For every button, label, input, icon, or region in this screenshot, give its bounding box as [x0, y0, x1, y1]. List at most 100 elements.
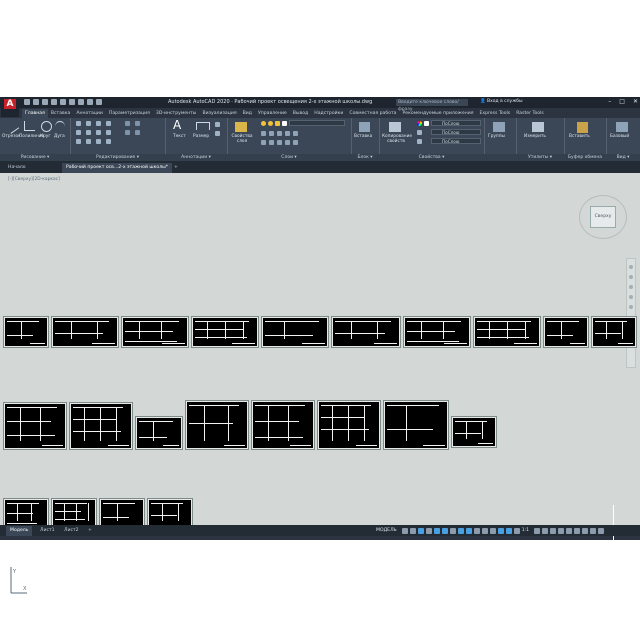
layout-tab-model[interactable]: Модель [6, 526, 33, 536]
new-icon[interactable] [24, 99, 30, 105]
layer-tool-2-icon[interactable] [269, 131, 274, 136]
tool-group[interactable]: Группы [488, 134, 505, 139]
drawing-sheet[interactable] [185, 400, 249, 450]
save-as-icon[interactable] [51, 99, 57, 105]
lineweight-icon[interactable] [417, 130, 422, 135]
drawing-sheet[interactable] [261, 316, 329, 348]
ribbon-tab-4[interactable]: 3D-инструменты [153, 109, 200, 118]
layer-color-icon[interactable] [282, 121, 287, 126]
paste-icon[interactable] [577, 122, 588, 133]
panel-title-groups[interactable] [484, 154, 516, 161]
stretch-icon[interactable] [76, 139, 81, 144]
layer-properties-icon[interactable] [235, 122, 247, 132]
ribbon-tab-8[interactable]: Вывод [290, 109, 311, 118]
new-tab-button[interactable]: + [170, 163, 182, 173]
drawing-sheet[interactable] [451, 416, 497, 448]
isolate-objects-icon[interactable] [574, 527, 581, 534]
color-swatch-icon[interactable] [424, 121, 429, 126]
grid-icon[interactable] [401, 527, 408, 534]
ribbon-tab-11[interactable]: Рекомендуемые приложения [400, 109, 477, 118]
layout-tab-sheet1[interactable]: Лист1 [36, 526, 59, 536]
polyline-icon[interactable] [24, 121, 35, 131]
drawing-sheet[interactable] [135, 416, 183, 450]
color-wheel-icon[interactable] [417, 121, 422, 126]
panel-title-block[interactable]: Блок ▾ [351, 154, 379, 161]
snap-icon[interactable] [409, 527, 416, 534]
offset-icon[interactable] [106, 139, 111, 144]
annotation-monitor-icon[interactable] [542, 527, 549, 534]
customization-menu-icon[interactable] [598, 527, 605, 534]
tool-insert[interactable]: Вставка [354, 134, 372, 139]
layer-tool-8-icon[interactable] [277, 140, 282, 145]
search-input[interactable]: Введите ключевое слово/фразу [396, 99, 468, 112]
rotate-icon[interactable] [86, 121, 91, 126]
ribbon-tab-1[interactable]: Вставка [48, 109, 73, 118]
clean-screen-icon[interactable] [590, 527, 597, 534]
linetype-dropdown[interactable]: ПоСлою [431, 138, 481, 144]
wheel-icon[interactable] [629, 305, 633, 309]
plot-icon[interactable] [69, 99, 75, 105]
tool-circle[interactable]: Круг [40, 134, 51, 139]
drawing-sheet[interactable] [251, 400, 315, 450]
drawing-sheet[interactable] [543, 316, 589, 348]
layer-tool-6-icon[interactable] [261, 140, 266, 145]
lineweight-dropdown[interactable]: ПоСлою [431, 129, 481, 135]
erase-icon[interactable] [106, 121, 111, 126]
drawing-sheet[interactable] [473, 316, 541, 348]
zoom-icon[interactable] [629, 275, 633, 279]
drawing-canvas[interactable]: [-][Сверху][2D-каркас] Сверху Y X [0, 173, 640, 594]
gradient-icon[interactable] [135, 121, 140, 126]
add-layout-button[interactable]: + [84, 526, 96, 536]
tool-match-properties[interactable]: Копирование свойств [382, 134, 412, 144]
ribbon-tab-7[interactable]: Управление [255, 109, 290, 118]
save-icon[interactable] [42, 99, 48, 105]
explode-icon[interactable] [106, 130, 111, 135]
tool-paste[interactable]: Вставить [569, 134, 590, 139]
annotation-visibility-icon[interactable] [505, 527, 512, 534]
doc-tab-start[interactable]: Начало [4, 163, 30, 173]
panel-title-draw[interactable]: Рисование ▾ [0, 154, 70, 161]
pan-icon[interactable] [629, 265, 633, 269]
ribbon-tab-12[interactable]: Express Tools [476, 109, 513, 118]
drawing-sheet[interactable] [3, 402, 67, 450]
annotation-scale[interactable]: 1:1 [522, 528, 529, 533]
array-icon[interactable] [96, 139, 101, 144]
drawing-sheet[interactable] [191, 316, 259, 348]
layer-dropdown[interactable] [289, 120, 345, 126]
panel-title-modify[interactable]: Редактирование ▾ [70, 154, 165, 161]
ortho-icon[interactable] [433, 527, 440, 534]
units-icon[interactable] [550, 527, 557, 534]
color-dropdown[interactable]: ПоСлою [431, 120, 481, 126]
tool-line[interactable]: Отрезок [2, 134, 21, 139]
tool-base-view[interactable]: Базовый [610, 134, 629, 139]
tool-dimension[interactable]: Размер [193, 134, 209, 139]
object-snap-tracking-icon[interactable] [457, 527, 464, 534]
dimension-icon[interactable] [196, 122, 210, 130]
ribbon-tab-10[interactable]: Совместная работа [346, 109, 399, 118]
panel-title-annotation[interactable]: Аннотации ▾ [165, 154, 227, 161]
move-icon[interactable] [76, 121, 81, 126]
drawing-sheet[interactable] [331, 316, 401, 348]
line-icon[interactable] [4, 119, 20, 134]
arc-icon[interactable] [55, 121, 65, 132]
scale-icon[interactable] [86, 139, 91, 144]
infer-constraints-icon[interactable] [417, 527, 424, 534]
undo-icon[interactable] [78, 99, 84, 105]
maximize-button[interactable]: □ [619, 98, 625, 105]
lock-ui-icon[interactable] [566, 527, 573, 534]
panel-title-clipboard[interactable]: Буфер обмена [564, 154, 606, 161]
text-icon[interactable]: A [173, 118, 181, 132]
ribbon-tab-9[interactable]: Надстройки [311, 109, 346, 118]
layer-freeze-icon[interactable] [268, 121, 273, 126]
layer-tool-5-icon[interactable] [293, 131, 298, 136]
model-space-toggle[interactable]: МОДЕЛЬ [376, 528, 397, 533]
tool-arc[interactable]: Дуга [54, 134, 65, 139]
3d-osnap-icon[interactable] [497, 527, 504, 534]
viewcube[interactable]: Сверху [590, 206, 616, 228]
panel-title-utilities[interactable]: Утилиты ▾ [516, 154, 564, 161]
doc-tab-drawing[interactable]: Рабочий проект осв...2-х этажной школы* [62, 163, 173, 173]
open-icon[interactable] [33, 99, 39, 105]
minimize-button[interactable]: – [608, 98, 611, 105]
sign-in-link[interactable]: 👤 Вход в службы [480, 99, 523, 104]
web-icon[interactable] [60, 99, 66, 105]
